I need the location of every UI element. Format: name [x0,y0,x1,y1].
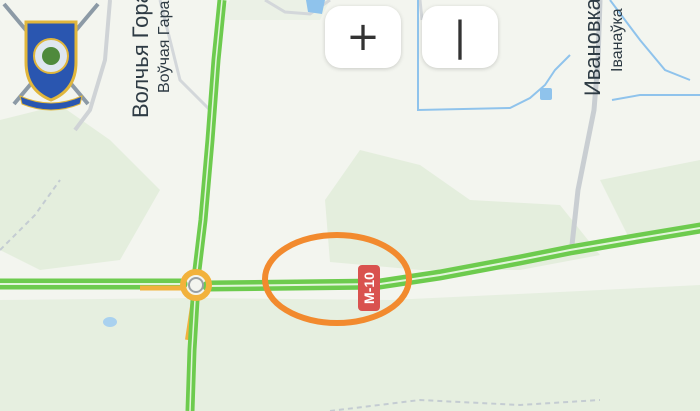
forest-area [0,105,160,270]
pond [306,0,325,14]
zoom-out-button[interactable]: | [422,6,498,68]
road-shield-label: М-10 [361,272,377,304]
place-label-volchya-gora: Волчья Гора [128,0,153,118]
investigative-committee-emblem [2,2,100,111]
forest-area [0,285,700,411]
zoom-in-button[interactable]: + [325,6,401,68]
pond [540,88,552,100]
river [611,94,700,101]
pond [103,317,117,327]
road-shield-m10: М-10 [358,265,380,311]
plus-icon: + [346,14,380,60]
place-label-ivanauka: Iванаўка [609,8,626,72]
roundabout-center [188,277,204,293]
map-canvas[interactable]: + | Волчья Гора Воўчая Гара Ивановка Iва… [0,0,700,411]
place-label-vouchaya-gara: Воўчая Гара [156,0,173,93]
minus-icon: | [453,14,467,60]
place-label-ivanovka: Ивановка [580,0,605,96]
